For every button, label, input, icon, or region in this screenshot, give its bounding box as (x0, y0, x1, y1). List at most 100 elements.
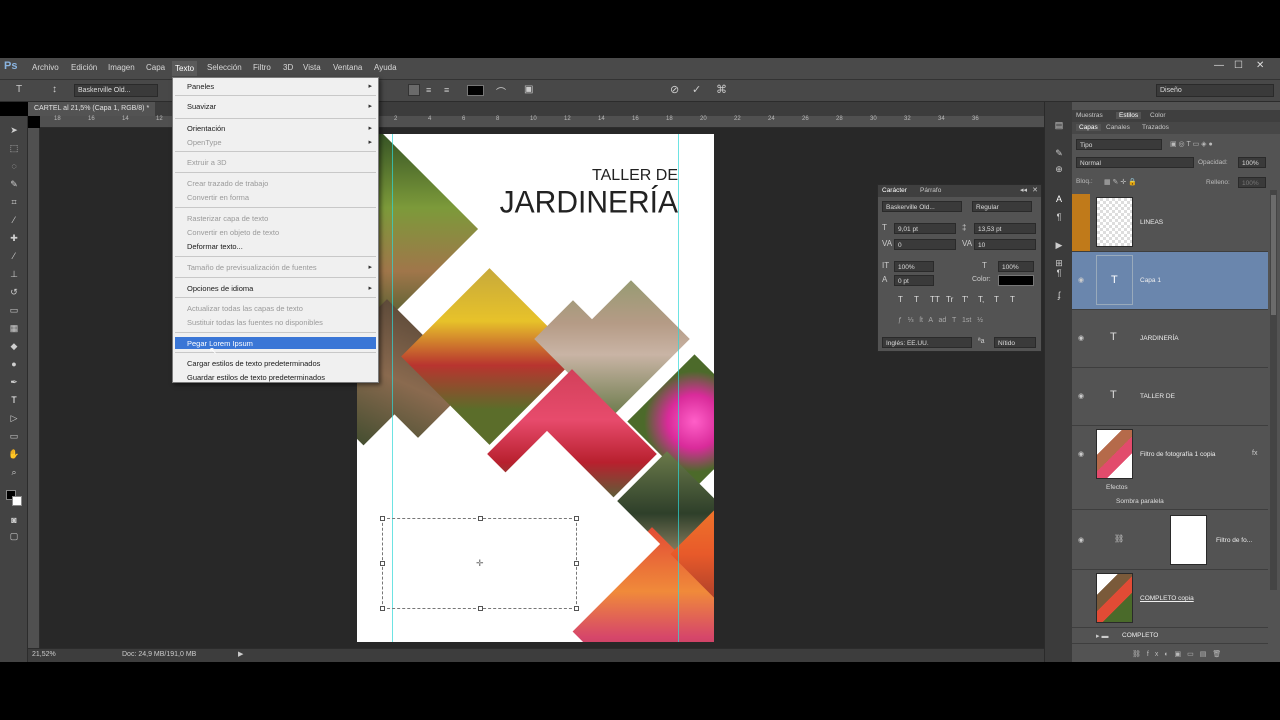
move-tool-icon[interactable]: ➤ (7, 124, 21, 136)
kerning-field[interactable]: 0 (894, 239, 956, 250)
visibility-eye-icon[interactable]: ◉ (1078, 536, 1084, 544)
align-right-icon[interactable]: ≡ (444, 85, 449, 95)
path-select-icon[interactable]: ▷ (7, 412, 21, 424)
menu-filtro[interactable]: Filtro (253, 63, 271, 72)
faux-style-button[interactable]: T, (978, 295, 984, 304)
commit-edit-icon[interactable]: ✓ (692, 83, 701, 96)
menu-item-opciones-de-idioma[interactable]: Opciones de idioma (187, 284, 253, 293)
folder-icon[interactable]: ▸ ▬ (1096, 632, 1108, 640)
lasso-tool-icon[interactable]: ◌ (7, 160, 21, 172)
menu-item-deformar-texto[interactable]: Deformar texto... (187, 242, 243, 251)
resize-handle[interactable] (380, 561, 385, 566)
close-panel-icon[interactable]: ✕ (1032, 186, 1038, 194)
menu-archivo[interactable]: Archivo (32, 63, 59, 72)
cancel-edit-icon[interactable]: ⊘ (670, 83, 679, 96)
layer-row[interactable]: ◉ Filtro de fotografía 1 copia fx Efecto… (1072, 426, 1268, 510)
tab-estilos[interactable]: Estilos (1116, 112, 1142, 119)
gradient-tool-icon[interactable]: ▦ (7, 322, 21, 334)
text-bounding-box[interactable]: ✛ (380, 516, 579, 611)
layer-kind-filter[interactable]: Tipo (1076, 139, 1162, 150)
menu-item-pegar-lorem-ipsum[interactable]: Pegar Lorem Ipsum (187, 339, 253, 348)
menu-ayuda[interactable]: Ayuda (374, 63, 397, 72)
leading-field[interactable]: 13,53 pt (974, 223, 1036, 234)
char-color-swatch[interactable] (998, 275, 1034, 286)
background-color-swatch[interactable] (12, 496, 22, 506)
tab-canales[interactable]: Canales (1106, 124, 1130, 131)
tab-parrafo[interactable]: Párrafo (920, 187, 941, 194)
type-tool-icon[interactable]: T (7, 394, 21, 406)
close-button[interactable]: ✕ (1256, 60, 1264, 71)
visibility-eye-icon[interactable]: ◉ (1078, 334, 1084, 342)
visibility-eye-icon[interactable]: ◉ (1078, 392, 1084, 400)
opacity-field[interactable]: 100% (1238, 157, 1266, 168)
resize-handle[interactable] (380, 516, 385, 521)
char-font-select[interactable]: Baskerville Old... (882, 201, 962, 212)
layers-scrollbar[interactable] (1270, 190, 1277, 590)
zoom-tool-icon[interactable]: ⌕ (7, 466, 21, 478)
blur-tool-icon[interactable]: ◆ (7, 340, 21, 352)
menu-seleccion[interactable]: Selección (207, 63, 242, 72)
menu-item-paneles[interactable]: Paneles (187, 82, 214, 91)
eraser-tool-icon[interactable]: ▭ (7, 304, 21, 316)
menu-item-suavizar[interactable]: Suavizar (187, 102, 216, 111)
document-tab[interactable]: CARTEL al 21,5% (Capa 1, RGB/8) * (28, 102, 156, 116)
faux-style-button[interactable]: T (1010, 295, 1015, 304)
menu-imagen[interactable]: Imagen (108, 63, 135, 72)
resize-handle[interactable] (574, 606, 579, 611)
brush-tool-icon[interactable]: ⁄ (7, 250, 21, 262)
menu-capa[interactable]: Capa (146, 63, 165, 72)
fill-field[interactable]: 100% (1238, 177, 1266, 188)
menu-edicion[interactable]: Edición (71, 63, 97, 72)
paragraph-styles-icon[interactable]: ¶ (1052, 268, 1066, 280)
visibility-eye-icon[interactable]: ◉ (1078, 276, 1084, 284)
eyedropper-tool-icon[interactable]: ⁄ (7, 214, 21, 226)
tab-muestras[interactable]: Muestras (1076, 112, 1103, 119)
faux-style-button[interactable]: T (914, 295, 919, 304)
quick-select-tool-icon[interactable]: ✎ (7, 178, 21, 190)
status-menu-arrow-icon[interactable]: ▶ (238, 650, 243, 658)
baseline-field[interactable]: 0 pt (894, 275, 934, 286)
maximize-button[interactable]: ☐ (1234, 60, 1243, 71)
menu-texto[interactable]: Texto (172, 61, 198, 76)
layer-row-selected[interactable]: ◉ T Capa 1 (1072, 252, 1268, 310)
orientation-icon[interactable]: ↕ (52, 84, 57, 95)
font-size-field[interactable]: 9,01 pt (894, 223, 956, 234)
char-style-select[interactable]: Regular (972, 201, 1032, 212)
history-panel-icon[interactable]: ▤ (1052, 120, 1066, 132)
menu-item-cargar-estilos-de-texto-predeterminados[interactable]: Cargar estilos de texto predeterminados (187, 359, 320, 368)
3d-text-icon[interactable]: ⌘ (716, 83, 727, 96)
dodge-tool-icon[interactable]: ● (7, 358, 21, 370)
faux-style-button[interactable]: T (898, 295, 903, 304)
hand-tool-icon[interactable]: ✋ (7, 448, 21, 460)
blend-mode-select[interactable]: Normal (1076, 157, 1194, 168)
menu-vista[interactable]: Vista (303, 63, 321, 72)
layer-actions-bar[interactable]: ⛓fx◐▣▭▤🗑 (1132, 650, 1227, 658)
document-page[interactable]: TALLER DE JARDINERÍA ✛ (357, 134, 714, 642)
clone-panel-icon[interactable]: ⊕ (1052, 164, 1066, 176)
text-color-swatch[interactable] (467, 85, 484, 96)
tracking-field[interactable]: 10 (974, 239, 1036, 250)
glyphs-panel-icon[interactable]: ʄ (1052, 290, 1066, 302)
tab-caracter[interactable]: Carácter (882, 187, 907, 194)
crop-tool-icon[interactable]: ⌗ (7, 196, 21, 208)
horizontal-scale-field[interactable]: 100% (998, 261, 1034, 272)
marquee-tool-icon[interactable]: ⬚ (7, 142, 21, 154)
resize-handle[interactable] (478, 516, 483, 521)
collapse-icon[interactable]: ◂◂ (1020, 186, 1027, 194)
resize-handle[interactable] (574, 561, 579, 566)
fx-icon[interactable]: fx (1252, 450, 1257, 457)
faux-style-button[interactable]: Tr (946, 295, 953, 304)
minimize-button[interactable]: — (1214, 60, 1224, 71)
tab-color[interactable]: Color (1150, 112, 1166, 119)
warp-text-icon[interactable]: ⌒ (496, 84, 506, 99)
resize-handle[interactable] (478, 606, 483, 611)
group-row[interactable]: ▸ ▬ COMPLETO (1072, 628, 1268, 644)
visibility-eye-icon[interactable]: ◉ (1078, 450, 1084, 458)
healing-tool-icon[interactable]: ✚ (7, 232, 21, 244)
filter-icons[interactable]: ▣ ◎ T ▭ ◈ ● (1170, 140, 1213, 148)
faux-style-button[interactable]: T (994, 295, 999, 304)
stamp-tool-icon[interactable]: ⊥ (7, 268, 21, 280)
layer-row[interactable]: ◉ T JARDINERÍA (1072, 310, 1268, 368)
antialias-select[interactable]: Nítido (994, 337, 1036, 348)
zoom-level[interactable]: 21,52% (32, 651, 56, 658)
